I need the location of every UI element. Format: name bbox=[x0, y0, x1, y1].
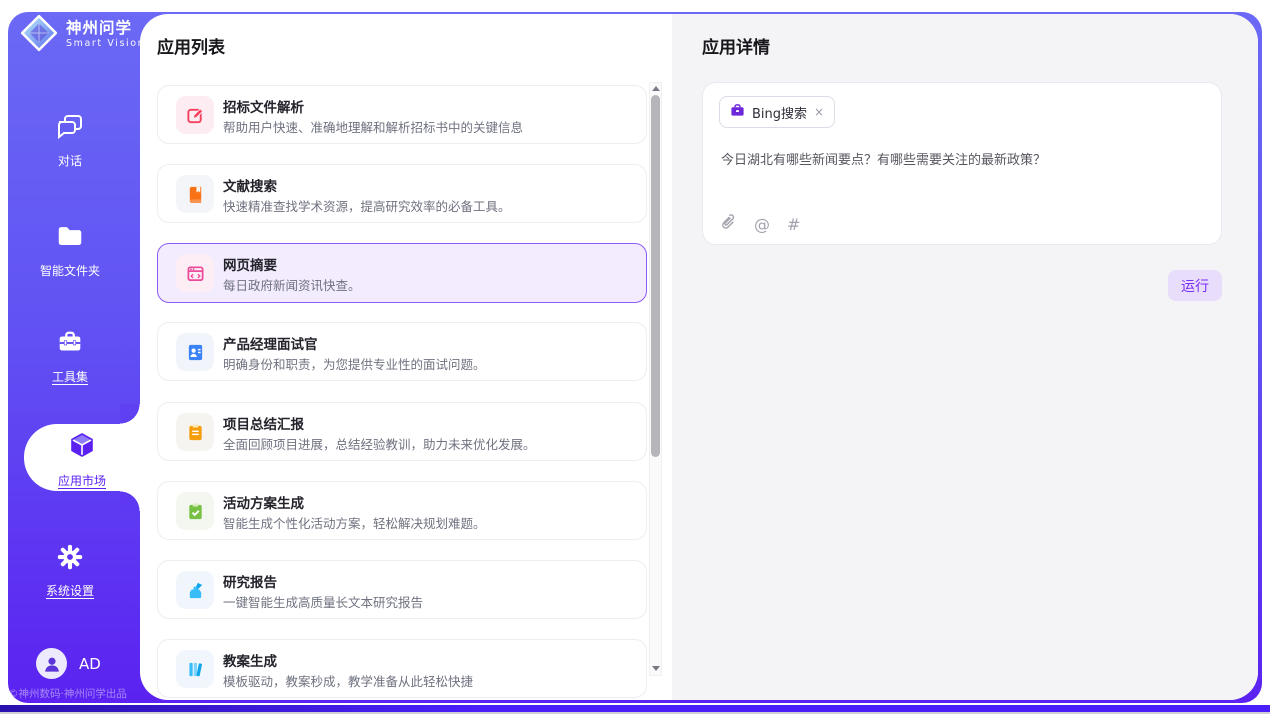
scroll-up-arrow-icon[interactable] bbox=[652, 86, 660, 91]
folder-icon bbox=[0, 222, 140, 256]
ink-icon bbox=[176, 571, 214, 609]
app-card-bid-parsing[interactable]: 招标文件解析 帮助用户快速、准确地理解和解析招标书中的关键信息 bbox=[157, 85, 647, 144]
scroll-down-arrow-icon[interactable] bbox=[652, 666, 660, 671]
clipboard-check-icon bbox=[176, 492, 214, 530]
browser-icon bbox=[176, 254, 214, 292]
app-title: 项目总结汇报 bbox=[223, 413, 304, 433]
sidebar-item-smart-folder[interactable]: 智能文件夹 bbox=[0, 222, 140, 279]
app-title: 网页摘要 bbox=[223, 254, 277, 274]
app-card-web-summary[interactable]: 网页摘要 每日政府新闻资讯快查。 bbox=[157, 243, 647, 303]
app-title: 招标文件解析 bbox=[223, 96, 304, 116]
sidebar-item-label: 智能文件夹 bbox=[0, 262, 140, 279]
paperclip-icon[interactable] bbox=[721, 213, 737, 235]
app-window: 神州问学 Smart Vision 对话 智能文件夹 bbox=[0, 0, 1270, 714]
app-desc: 一键智能生成高质量长文本研究报告 bbox=[223, 592, 423, 611]
chat-icon bbox=[0, 112, 140, 146]
user-avatar-icon bbox=[36, 648, 67, 679]
sidebar-item-label: 应用市场 bbox=[24, 472, 140, 489]
sidebar-item-label: 系统设置 bbox=[0, 582, 140, 599]
prompt-composer[interactable]: Bing搜索 × 今日湖北有哪些新闻要点？有哪些需要关注的最新政策？ @ # bbox=[702, 82, 1222, 245]
brand-logo: 神州问学 Smart Vision bbox=[20, 14, 145, 56]
hash-icon[interactable]: # bbox=[787, 215, 800, 234]
app-title: 教案生成 bbox=[223, 650, 277, 670]
app-card-event-plan[interactable]: 活动方案生成 智能生成个性化活动方案，轻松解决规划难题。 bbox=[157, 481, 647, 540]
edit-square-icon bbox=[176, 96, 214, 134]
sidebar-item-settings[interactable]: 系统设置 bbox=[0, 542, 140, 599]
active-nav-fillet-top bbox=[120, 404, 140, 424]
app-title: 活动方案生成 bbox=[223, 492, 304, 512]
interview-icon bbox=[176, 333, 214, 371]
app-card-pm-interviewer[interactable]: 产品经理面试官 明确身份和职责，为您提供专业性的面试问题。 bbox=[157, 322, 647, 381]
brand-tagline: Smart Vision bbox=[66, 39, 145, 49]
app-card-literature-search[interactable]: 文献搜索 快速精准查找学术资源，提高研究效率的必备工具。 bbox=[157, 164, 647, 223]
app-desc: 每日政府新闻资讯快查。 bbox=[223, 275, 361, 294]
active-nav-fillet-bottom bbox=[120, 491, 140, 511]
app-card-project-summary[interactable]: 项目总结汇报 全面回顾项目进展，总结经验教训，助力未来优化发展。 bbox=[157, 402, 647, 461]
sidebar-item-chat[interactable]: 对话 bbox=[0, 112, 140, 169]
app-title: 产品经理面试官 bbox=[223, 333, 318, 353]
sidebar-item-label: 工具集 bbox=[0, 368, 140, 385]
diamond-logo-icon bbox=[20, 14, 58, 56]
cube-icon bbox=[66, 447, 98, 466]
copyright-text: ©神州数码·神州问学出品 bbox=[8, 686, 148, 701]
sidebar-item-label: 对话 bbox=[0, 152, 140, 169]
app-desc: 快速精准查找学术资源，提高研究效率的必备工具。 bbox=[223, 196, 511, 215]
user-account[interactable]: AD bbox=[36, 648, 101, 679]
app-title: 研究报告 bbox=[223, 571, 277, 591]
sidebar-item-app-market[interactable]: 应用市场 bbox=[24, 430, 140, 489]
book-icon bbox=[176, 175, 214, 213]
tool-tag-label: Bing搜索 bbox=[752, 103, 807, 122]
tool-tag-bing-search[interactable]: Bing搜索 × bbox=[719, 96, 835, 128]
brand-name: 神州问学 bbox=[66, 20, 145, 37]
app-title: 文献搜索 bbox=[223, 175, 277, 195]
app-desc: 帮助用户快速、准确地理解和解析招标书中的关键信息 bbox=[223, 117, 523, 136]
app-card-research-report[interactable]: 研究报告 一键智能生成高质量长文本研究报告 bbox=[157, 560, 647, 619]
mention-icon[interactable]: @ bbox=[754, 215, 770, 234]
app-detail-title: 应用详情 bbox=[702, 33, 770, 58]
app-desc: 模板驱动，教案秒成，教学准备从此轻松快捷 bbox=[223, 671, 473, 690]
run-button[interactable]: 运行 bbox=[1168, 270, 1222, 301]
sidebar-item-toolset[interactable]: 工具集 bbox=[0, 328, 140, 385]
app-list-title: 应用列表 bbox=[157, 33, 225, 58]
app-desc: 全面回顾项目进展，总结经验教训，助力未来优化发展。 bbox=[223, 434, 536, 453]
briefcase-icon bbox=[730, 103, 745, 122]
books-icon bbox=[176, 650, 214, 688]
app-card-lesson-plan[interactable]: 教案生成 模板驱动，教案秒成，教学准备从此轻松快捷 bbox=[157, 639, 647, 698]
gear-icon bbox=[0, 542, 140, 576]
bottom-bar bbox=[0, 705, 1270, 712]
toolbox-icon bbox=[0, 328, 140, 362]
clipboard-icon bbox=[176, 413, 214, 451]
close-icon[interactable]: × bbox=[814, 105, 824, 119]
list-scrollbar-thumb[interactable] bbox=[651, 95, 660, 457]
user-name: AD bbox=[79, 655, 101, 673]
app-desc: 明确身份和职责，为您提供专业性的面试问题。 bbox=[223, 354, 486, 373]
query-text[interactable]: 今日湖北有哪些新闻要点？有哪些需要关注的最新政策？ bbox=[721, 149, 1201, 168]
app-desc: 智能生成个性化活动方案，轻松解决规划难题。 bbox=[223, 513, 486, 532]
